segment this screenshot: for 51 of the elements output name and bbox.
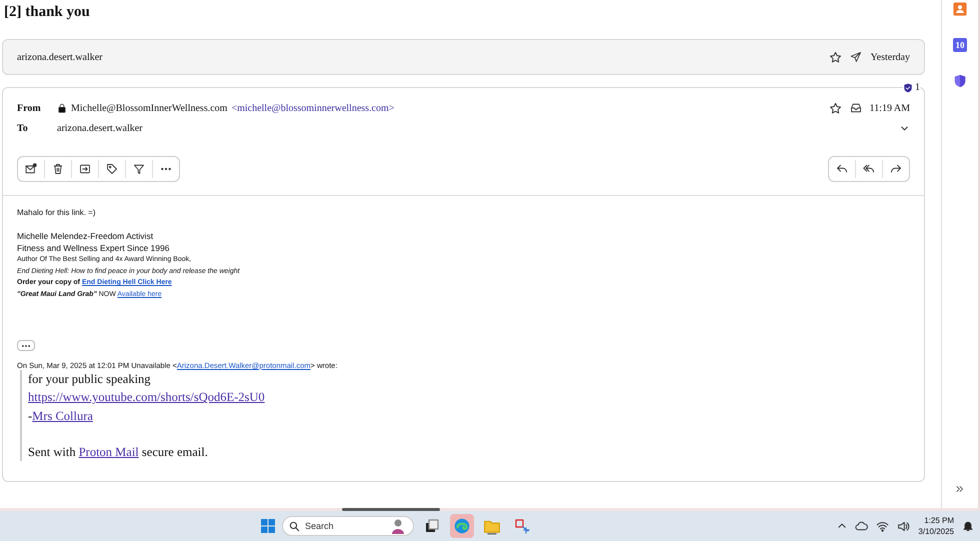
collapsed-message[interactable]: arizona.desert.walker Yesterday — [2, 39, 925, 75]
message-date: Yesterday — [870, 52, 910, 62]
wifi-icon — [876, 520, 890, 532]
to-label: To — [17, 122, 29, 134]
person-figure-icon — [390, 518, 406, 534]
forward-icon — [890, 163, 902, 175]
trash-icon — [52, 163, 64, 175]
quoted-line: -Mrs Collura — [28, 408, 94, 425]
sender-name[interactable]: Michelle@BlossomInnerWellness.com — [71, 102, 228, 114]
expand-sidebar-icon — [955, 484, 965, 494]
link[interactable]: https://www.youtube.com/shorts/sQod6E-2sU0 — [28, 390, 265, 404]
quoted-line: Sent with Proton Mail secure email. — [28, 444, 209, 462]
lock-icon — [57, 103, 67, 113]
filter-icon — [133, 163, 145, 175]
link[interactable]: Mrs Collura — [32, 408, 93, 423]
tag-icon — [106, 163, 118, 175]
search-icon — [289, 520, 300, 532]
signature-line: Michelle Melendez-Freedom Activist — [17, 230, 154, 242]
recipient: arizona.desert.walker — [17, 52, 103, 62]
sender-address[interactable]: <michelle@blossominnerwellness.com> — [231, 102, 394, 114]
volume-icon — [897, 520, 910, 532]
shield-icon — [953, 74, 967, 88]
mark-unread-icon — [25, 163, 37, 175]
greeting-line: Mahalo for this link. =) — [17, 208, 96, 217]
link[interactable]: Proton Mail — [78, 445, 139, 460]
star-icon[interactable] — [828, 102, 842, 114]
inbox-icon — [850, 102, 862, 114]
clock-date: 3/10/2025 — [918, 526, 954, 537]
clock-time: 1:25 PM — [924, 515, 954, 526]
calendar-button[interactable]: 10 — [953, 38, 967, 52]
cloud-icon — [855, 520, 868, 532]
from-label: From — [17, 102, 42, 114]
quoted-line: for your public speaking — [28, 371, 152, 388]
message-time: 11:19 AM — [870, 102, 910, 114]
scrollbar-thumb[interactable] — [342, 508, 440, 511]
reply-all-icon — [863, 163, 875, 175]
conversation-title: [2] thank you — [4, 4, 91, 22]
search-field[interactable]: Search — [282, 516, 414, 536]
star-icon[interactable] — [829, 50, 842, 64]
notification-bell-icon — [962, 520, 974, 532]
signature-line: Fitness and Wellness Expert Since 1996 — [17, 242, 170, 254]
recipient[interactable]: arizona.desert.walker — [57, 122, 143, 134]
show-quoted-button[interactable] — [17, 340, 35, 351]
task-view-icon — [424, 518, 440, 534]
network-tool-icon — [514, 518, 530, 534]
badge-count: 1 — [915, 82, 920, 93]
move-to-folder-icon — [79, 163, 91, 175]
browser-icon — [453, 517, 471, 535]
reply-icon — [836, 163, 848, 175]
windows-icon — [260, 518, 276, 534]
sent-icon — [850, 51, 862, 63]
